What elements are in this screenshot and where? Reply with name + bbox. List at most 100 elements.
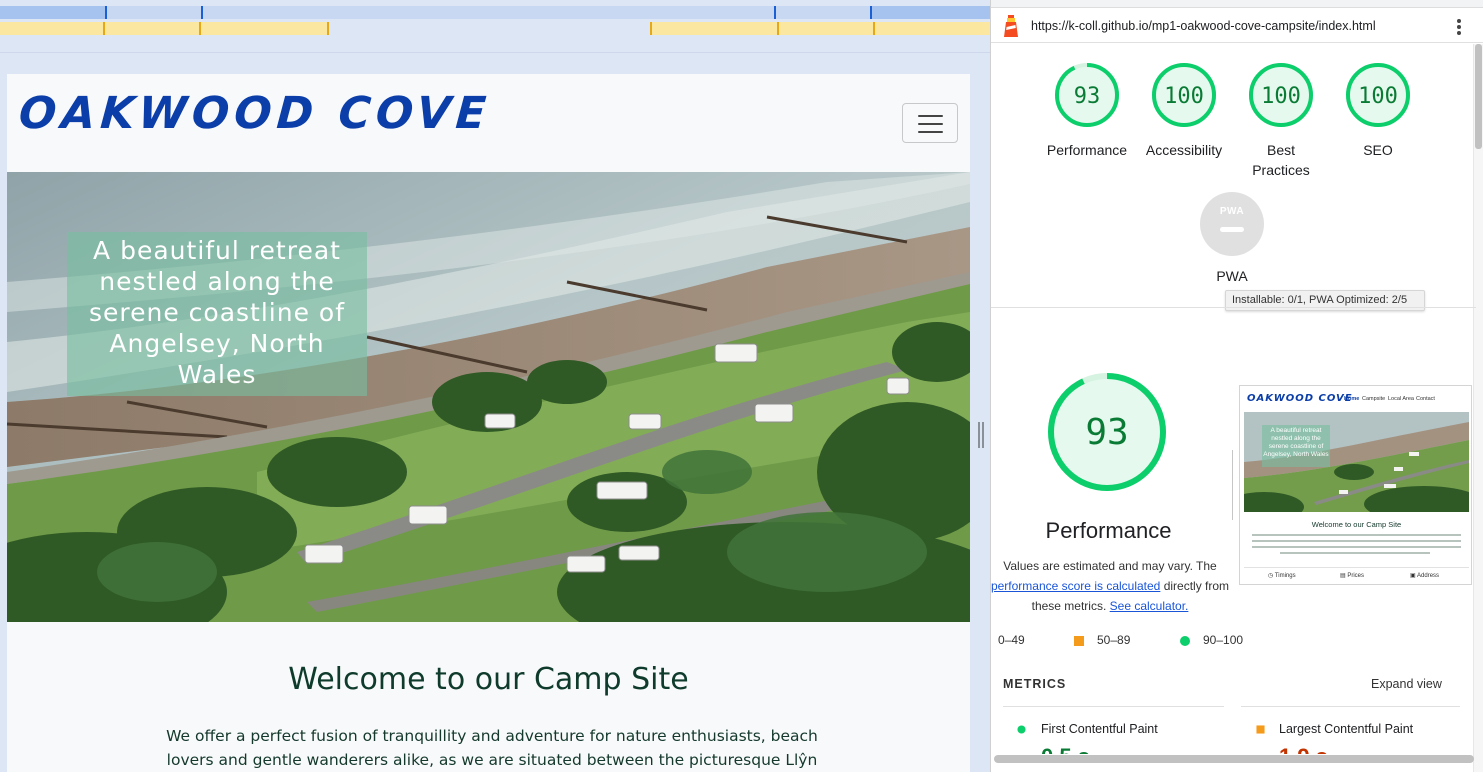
score-value: 100	[1261, 84, 1301, 109]
vertical-scrollbar-thumb[interactable]	[1475, 44, 1482, 149]
timeline-marker	[105, 6, 107, 19]
pwa-badge-icon[interactable]: PWA	[1200, 192, 1264, 256]
thumb-footer-item: ◷ Timings	[1268, 573, 1296, 579]
vertical-scrollbar-track[interactable]	[1473, 44, 1483, 772]
expand-view-toggle[interactable]: Expand view	[1371, 677, 1442, 691]
performance-note: Values are estimated and may vary. The p…	[991, 556, 1231, 616]
thumb-caption: A beautiful retreat nestled along the se…	[1262, 425, 1330, 467]
thumb-nav-item: Contact	[1416, 396, 1435, 402]
report-url[interactable]: https://k-coll.github.io/mp1-oakwood-cov…	[1031, 19, 1376, 33]
pass-circle-icon	[1180, 636, 1190, 646]
report-url-bar: https://k-coll.github.io/mp1-oakwood-cov…	[991, 9, 1483, 43]
pwa-badge-text: PWA	[1219, 206, 1245, 217]
legend-fail: 0–49	[998, 633, 1025, 647]
score-ring: 100	[1346, 63, 1410, 127]
thumb-footer-item: ▣ Address	[1410, 573, 1440, 579]
score-value: 100	[1164, 84, 1204, 109]
pane-resize-handle[interactable]	[978, 422, 984, 448]
divider	[1003, 706, 1224, 707]
timeline-marker	[873, 22, 875, 35]
hero-image: A beautiful retreat nestled along the se…	[7, 172, 970, 622]
thumb-text-line	[1252, 540, 1461, 542]
average-square-icon	[1074, 636, 1084, 646]
website-page: OAKWOOD COVE A beautiful retreat nestled…	[7, 74, 970, 772]
metrics-heading: METRICS	[1003, 677, 1067, 691]
timeline-marker	[201, 6, 203, 19]
timeline-main-track[interactable]	[0, 22, 329, 35]
divider	[0, 52, 990, 53]
legend-range: 50–89	[1097, 633, 1131, 647]
metric-fcp-label: First Contentful Paint	[1041, 722, 1158, 736]
welcome-section: Welcome to our Camp Site We offer a perf…	[7, 622, 970, 772]
devtools-tabstrip	[991, 0, 1483, 8]
site-navbar: OAKWOOD COVE	[7, 74, 970, 172]
performance-gauge-large: 93	[1047, 372, 1167, 497]
divider	[991, 307, 1476, 308]
timeline-marker	[774, 6, 776, 19]
timeline-marker	[103, 22, 105, 35]
pass-circle-icon	[1017, 725, 1026, 734]
average-square-icon	[1256, 725, 1265, 734]
thumb-title: Welcome to our Camp Site	[1311, 520, 1402, 529]
gauge-label: Best Practices	[1252, 142, 1310, 178]
hamburger-icon	[918, 115, 943, 117]
final-screenshot-thumbnail[interactable]: OAKWOOD COVE Home Campsite Local Area Co…	[1239, 385, 1472, 585]
legend-range: 0–49	[998, 633, 1025, 647]
note-text: Values are estimated and may vary. The	[1003, 559, 1217, 573]
score-value: 100	[1358, 84, 1398, 109]
gauge-accessibility[interactable]: 100 Accessibility	[1134, 62, 1234, 160]
timeline-marker	[870, 6, 872, 19]
hero-caption: A beautiful retreat nestled along the se…	[67, 232, 367, 396]
gauge-label: Accessibility	[1145, 142, 1223, 158]
divider	[1241, 706, 1460, 707]
timeline-marker	[199, 22, 201, 35]
lighthouse-report-panel: https://k-coll.github.io/mp1-oakwood-cov…	[990, 0, 1483, 772]
timeline-main-track[interactable]	[650, 22, 990, 35]
lighthouse-icon	[1004, 15, 1018, 37]
score-ring: 100	[1249, 63, 1313, 127]
thumb-brand: OAKWOOD COVE	[1247, 393, 1353, 404]
thumb-nav-item: Campsite	[1362, 396, 1386, 402]
gauge-best-practices[interactable]: 100 Best Practices	[1231, 62, 1331, 180]
score-calculated-link[interactable]: performance score is calculated	[991, 579, 1160, 593]
score-ring-large: 93	[1048, 373, 1166, 491]
page-preview-pane: OAKWOOD COVE A beautiful retreat nestled…	[0, 0, 990, 772]
timeline-marker	[327, 22, 329, 35]
horizontal-scrollbar-thumb[interactable]	[994, 755, 1474, 763]
welcome-text: We offer a perfect fusion of tranquillit…	[166, 727, 818, 769]
performance-title: Performance	[1045, 518, 1172, 543]
see-calculator-link[interactable]: See calculator.	[1110, 599, 1189, 613]
legend-pass: 90–100	[1203, 633, 1243, 647]
menu-toggle-button[interactable]	[902, 103, 958, 143]
metric-fcp-value: 0.5 s	[1041, 744, 1090, 754]
thumb-text-line	[1280, 552, 1430, 554]
hamburger-icon	[918, 123, 943, 125]
divider	[1232, 450, 1233, 520]
thumb-nav-item: Local Area	[1388, 396, 1414, 402]
timeline-segment	[870, 6, 990, 19]
score-value: 93	[1074, 84, 1101, 109]
hamburger-icon	[918, 131, 943, 133]
metric-lcp-value: 1.9 s	[1279, 744, 1328, 754]
thumb-hero: A beautiful retreat nestled along the se…	[1244, 412, 1469, 512]
pwa-label: PWA	[1216, 268, 1248, 284]
metric-lcp-label: Largest Contentful Paint	[1279, 722, 1414, 736]
thumb-footer-item: ▤ Prices	[1340, 573, 1365, 579]
site-logo[interactable]: OAKWOOD COVE	[17, 88, 492, 139]
thumb-text-line	[1252, 534, 1461, 536]
gauge-seo[interactable]: 100 SEO	[1328, 62, 1428, 160]
timeline-segment	[0, 6, 106, 19]
timeline-marker	[650, 22, 652, 35]
thumb-text-line	[1252, 546, 1461, 548]
divider	[1244, 567, 1469, 568]
gauge-performance[interactable]: 93 Performance	[1037, 62, 1137, 160]
timeline-network-track[interactable]	[0, 6, 990, 19]
thumb-nav-item: Home	[1344, 396, 1360, 402]
timeline-marker	[777, 22, 779, 35]
legend-average: 50–89	[1097, 633, 1130, 647]
more-options-icon[interactable]	[1457, 19, 1461, 35]
performance-score: 93	[1085, 412, 1128, 453]
score-ring: 100	[1152, 63, 1216, 127]
pwa-dash-icon	[1220, 227, 1244, 232]
legend-range: 90–100	[1203, 633, 1244, 647]
